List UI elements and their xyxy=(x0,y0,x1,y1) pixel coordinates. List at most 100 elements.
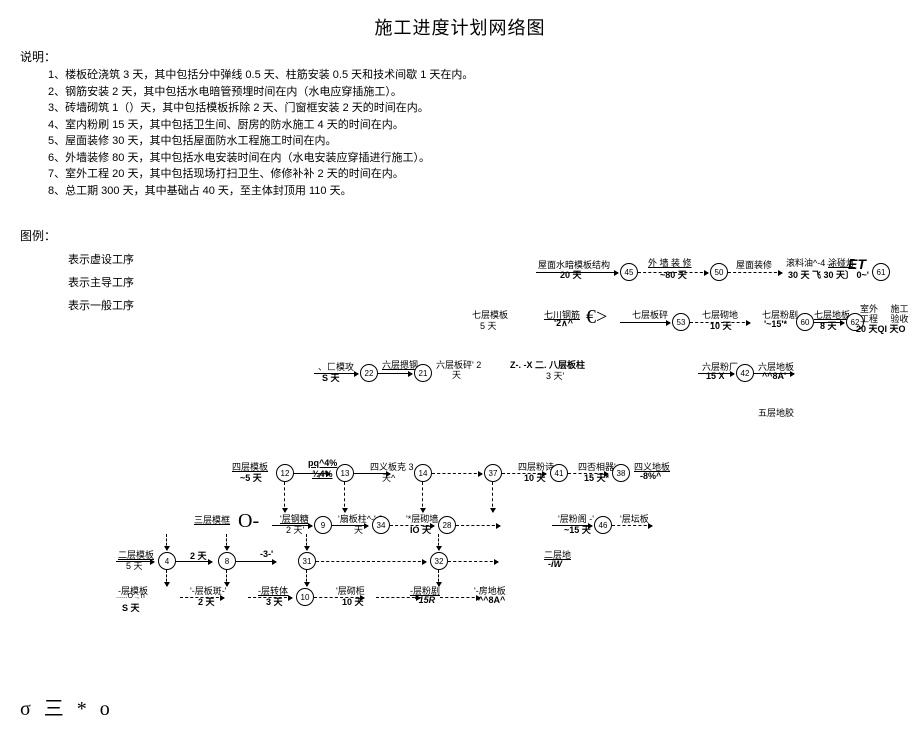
arrow-icon xyxy=(638,272,708,273)
node: 28 xyxy=(438,516,456,534)
act-dur: 10 天 xyxy=(524,471,546,484)
shuoming-item: 8、总工期 300 天，其中基础占 40 天，至主体封顶用 110 天。 xyxy=(48,183,900,200)
act-dur: 10 天 xyxy=(342,595,364,608)
act-dur: 10 天 xyxy=(710,319,732,332)
tuli-item: 表示主导工序 xyxy=(68,274,900,290)
act-dur: -iW xyxy=(548,559,562,569)
arrow-icon xyxy=(728,272,782,273)
act-label: '层坛板 xyxy=(620,512,649,525)
arrow-icon xyxy=(226,534,227,550)
arrow-icon xyxy=(456,525,500,526)
arrow-icon xyxy=(612,525,652,526)
arrow-icon xyxy=(236,561,276,562)
shuoming-item: 1、楼板砼浇筑 3 天，其中包括分中弹线 0.5 天、柱筋安装 0.5 天和技术… xyxy=(48,67,900,84)
shuoming-item: 3、砖墙砌筑 1（）天，其中包括模板拆除 2 天、门窗框安装 2 天的时间在内。 xyxy=(48,100,900,117)
node: 22 xyxy=(360,364,378,382)
node: 42 xyxy=(736,364,754,382)
arrow-icon xyxy=(306,570,307,586)
arrow-icon xyxy=(620,322,670,323)
act-label: 五层地胶 xyxy=(758,406,794,419)
act-dur: 天^ xyxy=(382,471,395,484)
act-dur: ~5 天 xyxy=(240,471,262,484)
act-dur: IO 天 xyxy=(410,523,431,536)
arrow-icon xyxy=(272,525,312,526)
act-dur: -3-' xyxy=(260,549,273,559)
act-dur: -8%^ xyxy=(640,471,661,481)
arrow-icon xyxy=(284,482,285,512)
arrow-icon xyxy=(116,561,154,562)
arrow-icon xyxy=(698,373,734,374)
shuoming-item: 6、外墙装修 80 天，其中包括水电安装时间在内（水电安装应穿插进行施工）。 xyxy=(48,150,900,167)
act-label: 六层摁钢 xyxy=(382,358,418,371)
arrow-icon xyxy=(448,561,498,562)
arrow-icon xyxy=(438,534,439,550)
arrow-icon xyxy=(690,322,750,323)
arrow-icon xyxy=(438,570,439,586)
arrow-icon xyxy=(316,561,426,562)
act-dur: 20 天QI 天O xyxy=(856,322,906,335)
node: 38 xyxy=(612,464,630,482)
arrow-icon xyxy=(166,534,167,550)
shuoming-item: 4、室内粉刷 15 天，其中包括卫生间、厨房的防水施工 4 天的时间在内。 xyxy=(48,117,900,134)
act-label: pq^4% xyxy=(308,458,337,468)
act-dur: '2∧^ xyxy=(554,318,573,329)
arrow-icon xyxy=(306,534,307,550)
act-label: 七层板砰 xyxy=(632,308,668,321)
node: 13 xyxy=(336,464,354,482)
act-dur: 15 天* xyxy=(584,471,609,484)
symbol: O- xyxy=(238,510,259,533)
act-dur: 2 天 xyxy=(190,549,207,562)
arrow-icon xyxy=(378,373,412,374)
act-dur: 5 天 xyxy=(480,319,497,332)
arrow-icon xyxy=(248,597,292,598)
network-diagram: 屋面水暗模板结构 20 天 45 外 墙 装 修 ~80 天 50 屋面装修 滚… xyxy=(20,320,900,690)
page-title: 施工进度计划网络图 xyxy=(20,14,900,40)
bottom-symbols: σ 三 * o xyxy=(20,692,900,721)
act-label: 屋面装修 xyxy=(736,258,772,271)
act-label: 三层模框 xyxy=(194,513,230,526)
arrow-icon xyxy=(552,525,592,526)
arrow-icon xyxy=(314,373,358,374)
node: 10 xyxy=(296,588,314,606)
arrow-icon xyxy=(226,570,227,586)
node: 34 xyxy=(372,516,390,534)
arrow-icon xyxy=(432,473,482,474)
node: 46 xyxy=(594,516,612,534)
act-dur: 3 天' xyxy=(546,369,564,382)
arrow-icon xyxy=(166,570,167,586)
tuli-rows: 表示虚设工序 表示主导工序 表示一般工序 xyxy=(68,251,900,313)
act-dur: ^^8A^ xyxy=(478,595,505,605)
shuoming-item: 5、屋面装修 30 天，其中包括屋面防水工程施工时间在内。 xyxy=(48,133,900,150)
node: 45 xyxy=(620,263,638,281)
arrow-icon xyxy=(180,597,224,598)
arrow-icon xyxy=(754,373,794,374)
act-dur: 30 天 飞 30 天〕 0~' xyxy=(788,268,869,281)
node: 9 xyxy=(314,516,332,534)
arrow-icon xyxy=(422,482,423,512)
node: 50 xyxy=(710,263,728,281)
symbol: €> xyxy=(586,306,607,329)
arrow-icon xyxy=(440,597,480,598)
act-dots: ......O ., n xyxy=(116,593,145,600)
shuoming-list: 1、楼板砼浇筑 3 天，其中包括分中弹线 0.5 天、柱筋安装 0.5 天和技术… xyxy=(48,67,900,199)
node: 60 xyxy=(796,313,814,331)
act-dur: ¾4% xyxy=(312,469,333,479)
node: 21 xyxy=(414,364,432,382)
node: 31 xyxy=(298,552,316,570)
node: 53 xyxy=(672,313,690,331)
act-dur: ~80 天 xyxy=(660,268,687,281)
tuli-label: 图例： xyxy=(20,227,900,244)
tuli-item: 表示虚设工序 xyxy=(68,251,900,267)
node: 41 xyxy=(550,464,568,482)
arrow-icon xyxy=(814,322,844,323)
act-dur: '~15'* xyxy=(764,319,787,329)
node: 14 xyxy=(414,464,432,482)
arrow-icon xyxy=(536,272,618,273)
node: 12 xyxy=(276,464,294,482)
node: 8 xyxy=(218,552,236,570)
arrow-icon xyxy=(492,482,493,512)
node: 61 xyxy=(872,263,890,281)
act-dur: S 天 xyxy=(122,601,140,614)
act-dur: 8 天 xyxy=(820,319,837,332)
act-dur: 天 xyxy=(452,368,461,381)
